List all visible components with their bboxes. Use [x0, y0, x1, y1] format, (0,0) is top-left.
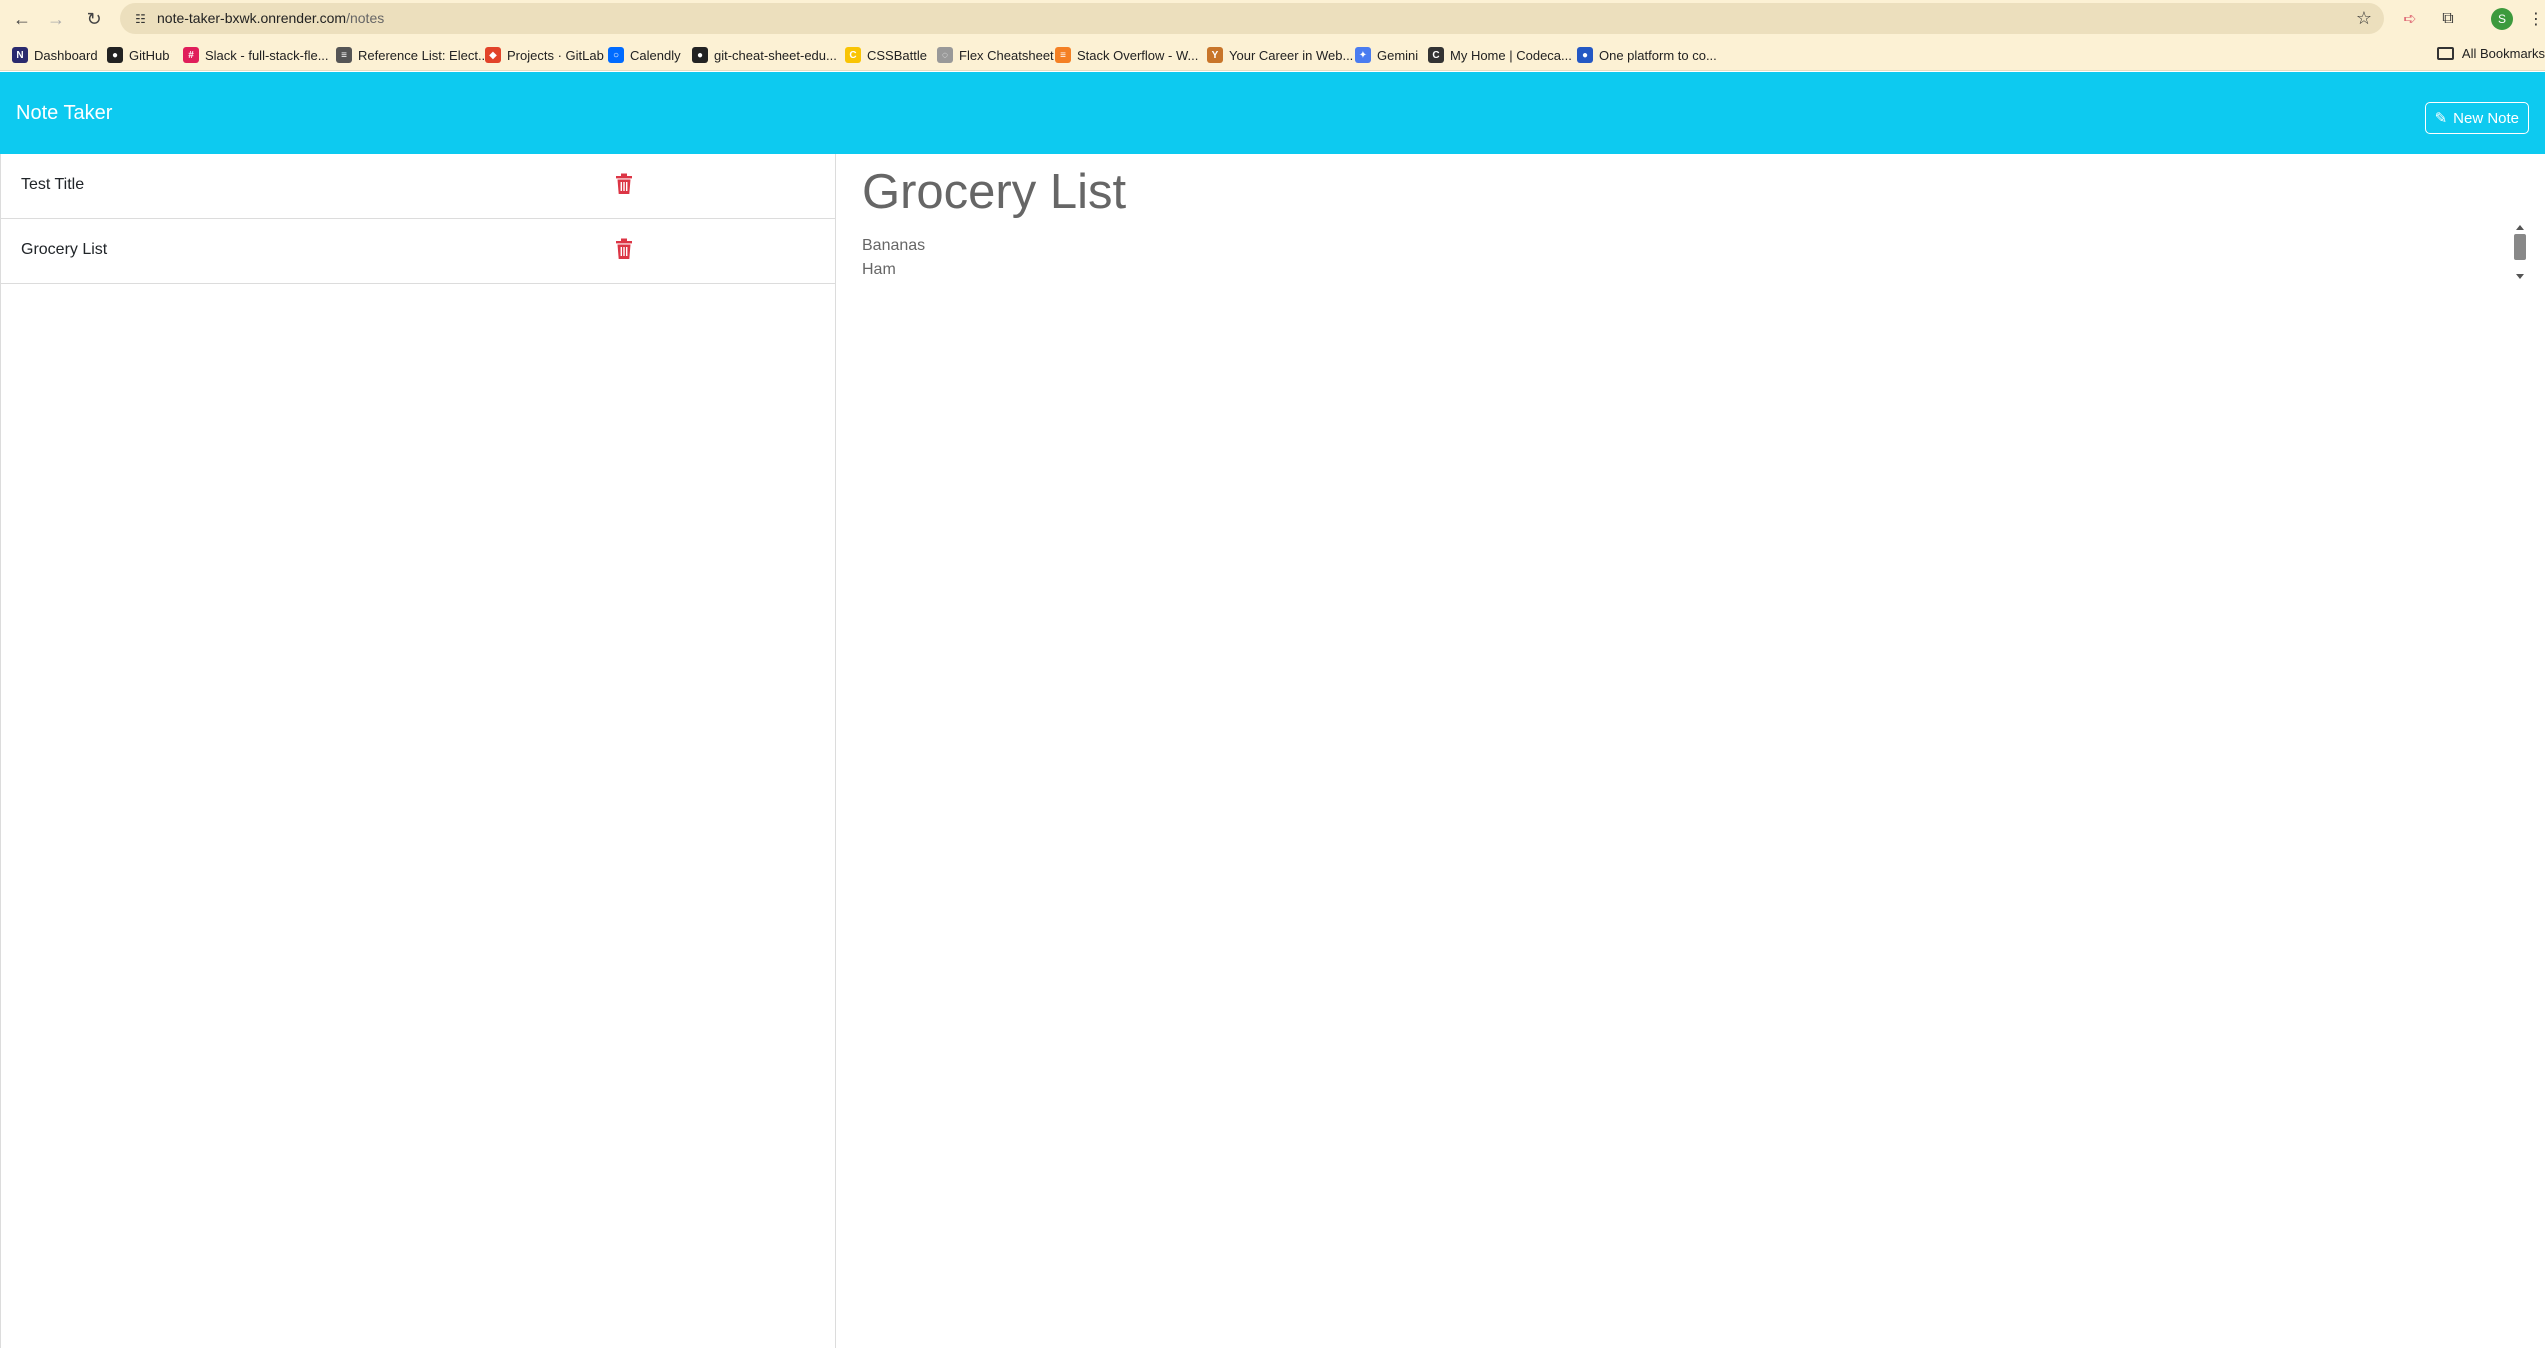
page-icon: ≡: [336, 47, 352, 63]
platform-icon: ●: [1577, 47, 1593, 63]
notion-icon: N: [12, 47, 28, 63]
career-icon: Y: [1207, 47, 1223, 63]
bookmark-item[interactable]: C My Home | Codeca...: [1428, 46, 1572, 64]
bookmark-label: Calendly: [630, 47, 681, 63]
bookmark-item[interactable]: ◌ Flex Cheatsheet: [937, 46, 1054, 64]
bookmark-label: Stack Overflow - W...: [1077, 47, 1199, 63]
site-info-icon[interactable]: ☷: [132, 10, 149, 27]
slack-icon: #: [183, 47, 199, 63]
bookmark-item[interactable]: N Dashboard: [12, 46, 98, 64]
bookmark-item[interactable]: ● One platform to co...: [1577, 46, 1717, 64]
app-navbar: Note Taker ✎ New Note: [0, 72, 2545, 154]
address-bar[interactable]: ☷ note-taker-bxwk.onrender.com/notes ☆: [120, 3, 2384, 34]
folder-icon: [2436, 47, 2454, 60]
codecademy-icon: C: [1428, 47, 1444, 63]
flex-icon: ◌: [937, 47, 953, 63]
edit-icon: ✎: [2434, 110, 2448, 127]
extensions-puzzle-icon[interactable]: ⧉: [2436, 7, 2460, 31]
bookmark-item[interactable]: C CSSBattle: [845, 46, 927, 64]
bookmark-label: Projects · GitLab: [507, 47, 604, 63]
list-item[interactable]: Test Title: [1, 154, 835, 219]
note-text-line: Bananas: [862, 237, 926, 254]
browser-menu-icon[interactable]: ⋮: [2524, 7, 2545, 31]
bookmarks-bar: All Bookmarks N Dashboard ● GitHub # Slack - …: [0, 38, 2545, 71]
scroll-up-icon[interactable]: [2516, 225, 2524, 230]
url-text[interactable]: note-taker-bxwk.onrender.com/notes: [157, 10, 384, 26]
bookmark-item[interactable]: ≡ Reference List: Elect...: [336, 46, 489, 64]
notes-list: Test Title Grocery List: [0, 154, 836, 1348]
bookmark-label: Gemini: [1377, 47, 1419, 63]
all-bookmarks-button[interactable]: All Bookmarks: [2436, 46, 2545, 61]
bookmark-label: Reference List: Elect...: [358, 47, 489, 63]
new-note-label: New Note: [2453, 109, 2519, 127]
bookmark-label: Slack - full-stack-fle...: [205, 47, 329, 63]
stackoverflow-icon: ≡: [1055, 47, 1071, 63]
cssbattle-icon: C: [845, 47, 861, 63]
scroll-thumb[interactable]: [2514, 234, 2526, 260]
note-textarea[interactable]: Bananas Ham: [862, 234, 2502, 282]
scroll-down-icon[interactable]: [2516, 274, 2524, 279]
browser-toolbar: ← → ↻ ☷ note-taker-bxwk.onrender.com/not…: [0, 0, 2545, 38]
github-icon: ●: [107, 47, 123, 63]
bookmark-item[interactable]: # Slack - full-stack-fle...: [183, 46, 329, 64]
forward-arrow-icon[interactable]: →: [43, 6, 69, 32]
bookmark-label: One platform to co...: [1599, 47, 1717, 63]
note-title-label: Test Title: [21, 176, 85, 193]
bookmark-label: Dashboard: [34, 47, 98, 63]
calendly-icon: ○: [608, 47, 624, 63]
url-path: /notes: [346, 10, 385, 26]
bookmark-item[interactable]: ● GitHub: [107, 46, 169, 64]
bookmark-star-icon[interactable]: ☆: [2356, 8, 2372, 29]
bookmark-label: Flex Cheatsheet: [959, 47, 1054, 63]
bookmark-item[interactable]: ✦ Gemini: [1355, 46, 1418, 64]
bookmark-item[interactable]: ● git-cheat-sheet-edu...: [692, 46, 837, 64]
bookmark-label: CSSBattle: [867, 47, 927, 63]
github-icon: ●: [692, 47, 708, 63]
textarea-scrollbar[interactable]: [2512, 220, 2528, 284]
all-bookmarks-label: All Bookmarks: [2461, 46, 2545, 61]
new-note-button[interactable]: ✎ New Note: [2424, 102, 2529, 134]
bookmark-label: git-cheat-sheet-edu...: [714, 47, 837, 63]
bookmark-label: GitHub: [129, 47, 170, 63]
gemini-icon: ✦: [1355, 47, 1371, 63]
note-title-input[interactable]: Grocery List: [862, 164, 1126, 220]
trash-icon[interactable]: [614, 238, 634, 260]
app-brand[interactable]: Note Taker: [16, 102, 112, 125]
url-host: note-taker-bxwk.onrender.com: [157, 10, 347, 26]
reload-icon[interactable]: ↻: [81, 6, 107, 32]
note-text-line: Ham: [862, 261, 896, 278]
list-item[interactable]: Grocery List: [1, 219, 835, 284]
bookmark-label: My Home | Codeca...: [1450, 47, 1572, 63]
gitlab-icon: ◆: [485, 47, 501, 63]
note-title-label: Grocery List: [21, 241, 108, 258]
bookmark-label: Your Career in Web...: [1229, 47, 1354, 63]
bookmark-item[interactable]: ◆ Projects · GitLab: [485, 46, 604, 64]
bookmark-item[interactable]: ≡ Stack Overflow - W...: [1055, 46, 1198, 64]
bookmark-item[interactable]: Y Your Career in Web...: [1207, 46, 1353, 64]
profile-avatar[interactable]: S: [2491, 8, 2513, 30]
back-arrow-icon[interactable]: ←: [9, 6, 35, 32]
trash-icon[interactable]: [614, 173, 634, 195]
note-editor: Grocery List Bananas Ham: [836, 154, 2545, 1348]
bookmark-item[interactable]: ○ Calendly: [608, 46, 681, 64]
extension-arrow-icon[interactable]: ➪: [2398, 7, 2422, 31]
